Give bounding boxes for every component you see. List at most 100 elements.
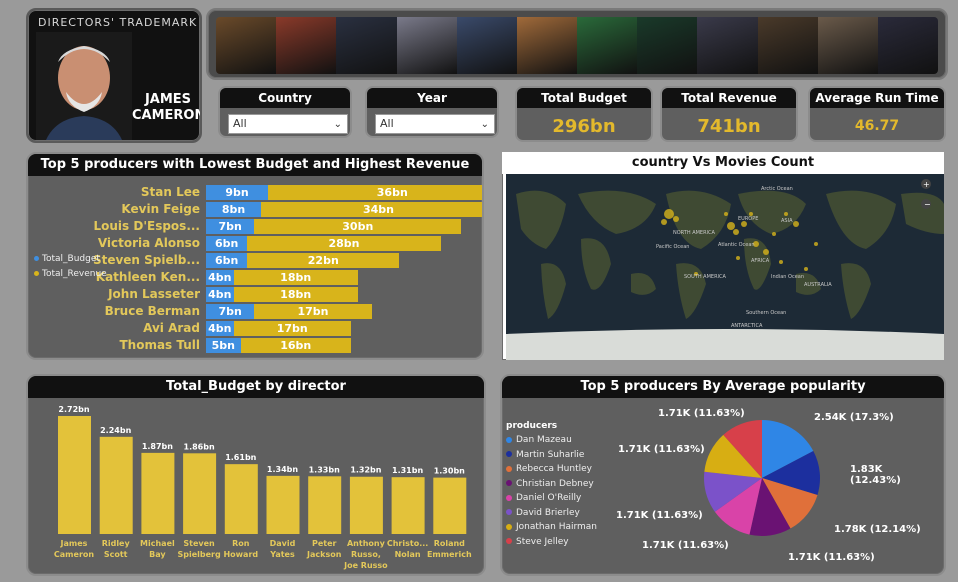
director-budget-bar[interactable] bbox=[183, 453, 217, 534]
legend-total-revenue[interactable]: Total_Revenue bbox=[34, 269, 107, 279]
movie-banner bbox=[206, 8, 948, 80]
kpi-average-run-time-label: Average Run Time bbox=[810, 88, 944, 108]
pie-legend-item[interactable]: Daniel O'Reilly bbox=[506, 493, 581, 503]
pie-legend-item[interactable]: Jonathan Hairman bbox=[506, 522, 597, 532]
pie-data-label: 1.71K (11.63%) bbox=[658, 408, 745, 419]
world-map[interactable]: NORTH AMERICA EUROPE ASIA AFRICA SOUTH A… bbox=[506, 174, 944, 360]
kpi-total-budget-value: 296bn bbox=[552, 116, 616, 137]
director-axis-label: Anthony bbox=[347, 539, 386, 548]
popularity-chart-title: Top 5 producers By Average popularity bbox=[502, 376, 944, 398]
pie-legend-item[interactable]: Steve Jelley bbox=[506, 537, 569, 547]
director-budget-label: 1.34bn bbox=[267, 465, 298, 474]
pie-legend-item[interactable]: Dan Mazeau bbox=[506, 435, 572, 445]
revenue-bar[interactable]: 36bn bbox=[268, 185, 482, 200]
banner-tile bbox=[757, 17, 818, 74]
director-budget-bar[interactable] bbox=[99, 436, 133, 534]
revenue-bar[interactable]: 16bn bbox=[240, 338, 351, 353]
producer-name: Bruce Berman bbox=[104, 304, 200, 318]
pie-plot bbox=[704, 420, 820, 536]
director-budget-label: 1.32bn bbox=[350, 466, 381, 475]
budget-bar[interactable]: 5bn bbox=[206, 338, 241, 353]
budget-bar[interactable]: 9bn bbox=[206, 185, 269, 200]
director-axis-label: Nolan bbox=[395, 550, 421, 559]
director-photo bbox=[36, 32, 132, 140]
revenue-bar[interactable]: 22bn bbox=[247, 253, 400, 268]
director-budget-bar[interactable] bbox=[58, 416, 91, 534]
map-label: SOUTH AMERICA bbox=[684, 274, 727, 280]
map-label: EUROPE bbox=[738, 216, 758, 222]
legend-label: Christian Debney bbox=[516, 478, 594, 489]
banner-tile bbox=[697, 17, 758, 74]
director-budget-label: 1.30bn bbox=[434, 467, 465, 476]
budget-bar[interactable]: 4bn bbox=[206, 287, 234, 302]
revenue-bar[interactable]: 17bn bbox=[254, 304, 372, 319]
director-axis-label: Joe Russo bbox=[343, 561, 388, 570]
director-budget-bar[interactable] bbox=[433, 477, 467, 534]
kpi-average-run-time: Average Run Time 46.77 bbox=[808, 86, 946, 142]
map-label: AUSTRALIA bbox=[804, 282, 832, 288]
director-budget-label: 2.72bn bbox=[58, 405, 89, 414]
legend-dot-icon bbox=[506, 494, 512, 501]
legend-dot-icon bbox=[506, 465, 512, 472]
year-dropdown[interactable]: All ⌄ bbox=[375, 114, 495, 134]
map-label: Indian Ocean bbox=[771, 274, 804, 280]
director-budget-bar[interactable] bbox=[141, 452, 175, 534]
budget-chart-title: Total_Budget by director bbox=[28, 376, 484, 398]
map-label: Arctic Ocean bbox=[761, 186, 793, 192]
revenue-bar[interactable]: 28bn bbox=[247, 236, 441, 251]
pie-data-label: 2.54K (17.3%) bbox=[814, 412, 894, 423]
budget-bar[interactable]: 4bn bbox=[206, 321, 234, 336]
budget-bar[interactable]: 4bn bbox=[206, 270, 234, 285]
pie-data-label: 1.71K (11.63%) bbox=[616, 510, 703, 521]
legend-dot-icon bbox=[506, 436, 512, 443]
pie-data-label: 1.83K (12.43%) bbox=[850, 464, 901, 486]
director-budget-label: 1.31bn bbox=[392, 466, 423, 475]
map-label: ASIA bbox=[781, 218, 793, 224]
kpi-total-revenue-label: Total Revenue bbox=[662, 88, 796, 108]
legend-label: Total_Budget bbox=[42, 254, 100, 264]
budget-bar[interactable]: 7bn bbox=[206, 304, 255, 319]
budget-bar[interactable]: 6bn bbox=[206, 253, 248, 268]
banner-tile bbox=[456, 17, 517, 74]
director-budget-label: 1.33bn bbox=[309, 465, 340, 474]
country-dropdown[interactable]: All ⌄ bbox=[228, 114, 348, 134]
banner-tile bbox=[577, 17, 638, 74]
producer-name: Louis D'Espos... bbox=[93, 219, 201, 233]
revenue-bar[interactable]: 17bn bbox=[233, 321, 351, 336]
director-axis-label: Ridley bbox=[102, 539, 131, 548]
banner-tile bbox=[877, 17, 938, 74]
producer-name: Stan Lee bbox=[140, 185, 200, 199]
pie-legend-item[interactable]: Rebecca Huntley bbox=[506, 464, 592, 474]
director-budget-bar[interactable] bbox=[224, 464, 258, 534]
budget-chart-plot: 2.72bn James Cameron 2.24bn Ridley Scott 1.87b… bbox=[54, 405, 472, 570]
producer-name: John Lasseter bbox=[108, 287, 200, 301]
revenue-bar[interactable]: 30bn bbox=[254, 219, 462, 234]
budget-by-director-chart: Total_Budget by director 2.72bn James Came… bbox=[26, 374, 486, 576]
director-axis-label: Yates bbox=[269, 550, 295, 559]
legend-total-budget[interactable]: Total_Budget bbox=[34, 254, 100, 264]
budget-bar[interactable]: 6bn bbox=[206, 236, 248, 251]
revenue-bar[interactable]: 34bn bbox=[261, 202, 482, 217]
director-budget-bar[interactable] bbox=[391, 477, 425, 534]
map-label: ANTARCTICA bbox=[731, 323, 763, 329]
director-axis-label: Peter bbox=[312, 539, 337, 548]
pie-legend-item[interactable]: David Brierley bbox=[506, 508, 580, 518]
director-budget-bar[interactable] bbox=[349, 476, 383, 534]
director-budget-bar[interactable] bbox=[308, 476, 342, 534]
pie-legend-item[interactable]: Christian Debney bbox=[506, 479, 594, 489]
director-axis-label: James bbox=[60, 539, 88, 548]
legend-dot-icon bbox=[34, 256, 39, 261]
kpi-average-run-time-value: 46.77 bbox=[854, 118, 900, 134]
legend-label: Daniel O'Reilly bbox=[516, 493, 582, 503]
banner-strip bbox=[216, 17, 938, 74]
revenue-bar[interactable]: 18bn bbox=[233, 270, 358, 285]
budget-bar[interactable]: 8bn bbox=[206, 202, 262, 217]
director-budget-bar[interactable] bbox=[266, 475, 300, 534]
legend-dot-icon bbox=[506, 538, 512, 544]
budget-bar[interactable]: 7bn bbox=[206, 219, 255, 234]
pie-legend-item[interactable]: Martin Suharlie bbox=[506, 450, 584, 460]
revenue-bar[interactable]: 18bn bbox=[233, 287, 358, 302]
year-slicer-label: Year bbox=[367, 88, 497, 108]
zoom-in-icon: + bbox=[923, 180, 930, 189]
legend-label: David Brierley bbox=[516, 507, 580, 518]
